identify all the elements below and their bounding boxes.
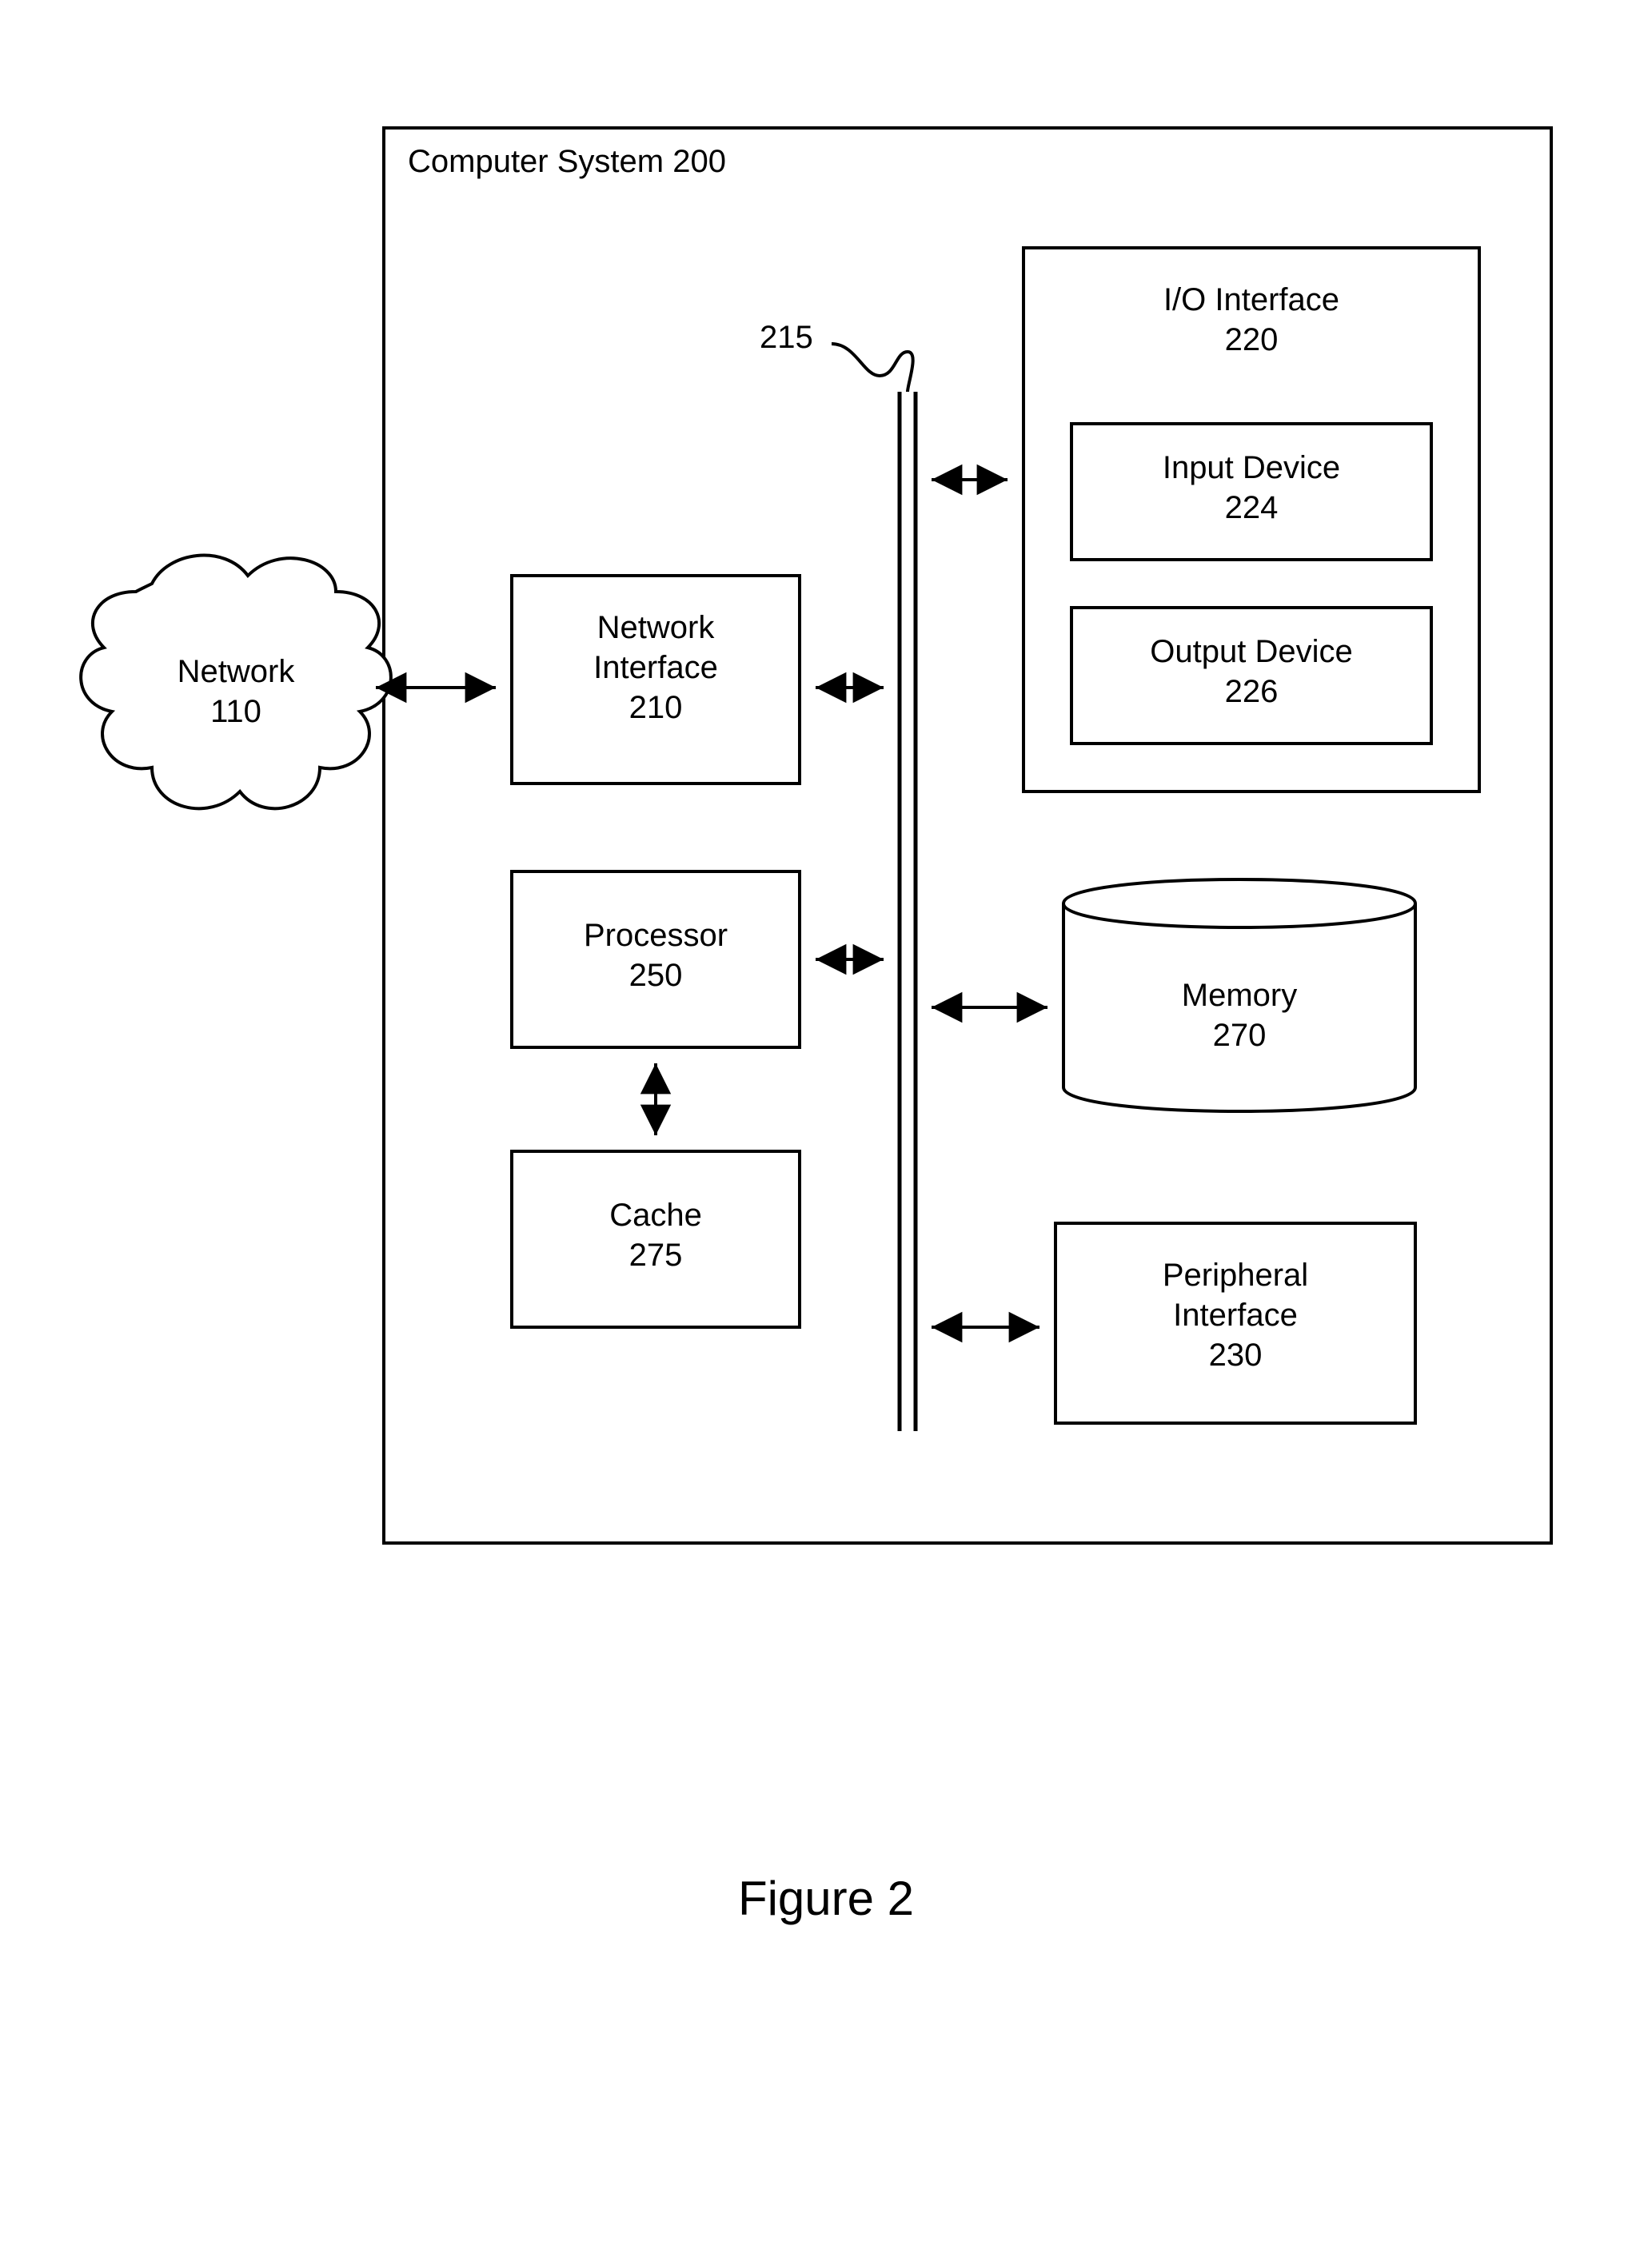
figure-caption: Figure 2 <box>0 1871 1652 1926</box>
output-device-label: Output Device 226 <box>1071 632 1431 712</box>
io-interface-name: I/O Interface <box>1163 282 1339 317</box>
cache-label: Cache 275 <box>512 1195 800 1275</box>
network-interface-name: Network Interface <box>593 610 718 685</box>
input-device-label: Input Device 224 <box>1071 448 1431 528</box>
processor-name: Processor <box>584 918 728 953</box>
peripheral-name: Peripheral Interface <box>1163 1258 1308 1333</box>
cache-name: Cache <box>609 1198 702 1233</box>
network-label: Network 110 <box>120 652 352 732</box>
output-device-name: Output Device <box>1150 634 1352 669</box>
network-name: Network <box>178 654 295 689</box>
diagram-page: Computer System 200 Network 110 Network … <box>0 0 1652 2245</box>
memory-label: Memory 270 <box>1063 975 1415 1055</box>
network-ref: 110 <box>210 694 261 729</box>
processor-label: Processor 250 <box>512 915 800 995</box>
peripheral-label: Peripheral Interface 230 <box>1055 1255 1415 1375</box>
peripheral-ref: 230 <box>1209 1338 1263 1373</box>
computer-system-title: Computer System 200 <box>408 144 726 180</box>
processor-ref: 250 <box>629 958 683 993</box>
output-device-ref: 226 <box>1225 674 1279 709</box>
io-interface-label: I/O Interface 220 <box>1024 280 1479 360</box>
cache-ref: 275 <box>629 1238 683 1273</box>
network-interface-label: Network Interface 210 <box>512 608 800 728</box>
input-device-name: Input Device <box>1163 450 1340 485</box>
network-interface-ref: 210 <box>629 690 683 725</box>
memory-name: Memory <box>1182 978 1297 1013</box>
io-interface-ref: 220 <box>1225 322 1279 357</box>
input-device-ref: 224 <box>1225 490 1279 525</box>
memory-ref: 270 <box>1213 1018 1267 1053</box>
bus-label-connector <box>832 344 913 392</box>
bus-ref-label: 215 <box>760 320 813 356</box>
